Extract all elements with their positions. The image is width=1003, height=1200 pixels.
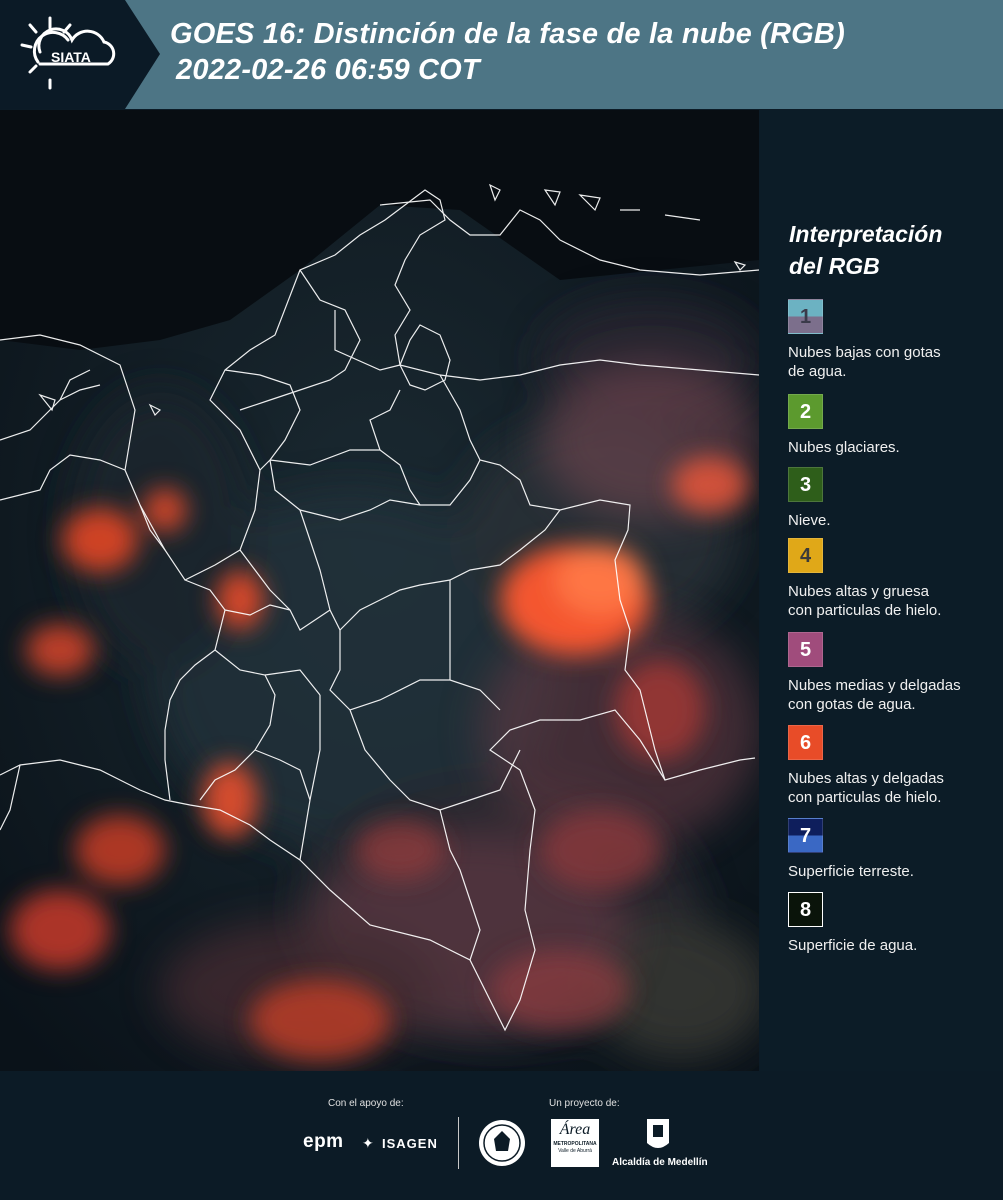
area-metropolitana-line-2: Valle de Aburrá: [558, 1148, 592, 1154]
legend-swatch-7: 7: [788, 818, 823, 853]
legend-swatch-2: 2: [788, 394, 823, 429]
legend-label-4: Nubes altas y gruesa con particulas de h…: [788, 582, 1003, 620]
legend-item-4: 4 Nubes altas y gruesa con particulas de…: [788, 538, 1003, 620]
area-metropolitana-logo: Área METROPOLITANA Valle de Aburrá: [551, 1119, 599, 1167]
title-line-2: 2022-02-26 06:59 COT: [176, 54, 480, 86]
legend-label-5-line-1: Nubes medias y delgadas: [788, 677, 961, 694]
legend-title: Interpretación del RGB: [789, 218, 942, 282]
isagen-logo: ISAGEN: [382, 1136, 438, 1151]
legend-number-6: 6: [799, 732, 812, 754]
university-seal-icon: [479, 1120, 525, 1166]
legend-item-5: 5 Nubes medias y delgadas con gotas de a…: [788, 632, 1003, 714]
epm-logo: epm: [303, 1131, 344, 1152]
alcaldia-medellin-label: Alcaldía de Medellín: [612, 1157, 708, 1168]
legend-label-4-line-2: con particulas de hielo.: [788, 602, 942, 619]
legend-swatch-5: 5: [788, 632, 823, 667]
legend-title-line-2: del RGB: [789, 253, 880, 279]
legend-item-1: 1 Nubes bajas con gotas de agua.: [788, 299, 1003, 381]
support-label: Con el apoyo de:: [328, 1098, 404, 1109]
legend-swatch-1: 1: [788, 299, 823, 334]
legend-label-5-line-2: con gotas de agua.: [788, 696, 916, 713]
footer-divider: [458, 1117, 459, 1169]
legend-label-3: Nieve.: [788, 512, 831, 529]
legend-title-line-1: Interpretación: [789, 221, 943, 247]
siata-logo: SIATA: [0, 0, 160, 109]
legend-number-1: 1: [799, 306, 812, 328]
legend-label-5: Nubes medias y delgadas con gotas de agu…: [788, 676, 1003, 714]
legend-label-7: Superficie terreste.: [788, 863, 914, 880]
medellin-shield-icon: [647, 1119, 669, 1148]
legend-label-6-line-1: Nubes altas y delgadas: [788, 770, 944, 787]
rgb-legend: Interpretación del RGB 1 Nubes bajas con…: [760, 110, 1003, 1071]
legend-swatch-8: 8: [788, 892, 823, 927]
legend-item-7: 7 Superficie terreste.: [788, 818, 1003, 881]
legend-number-7: 7: [799, 825, 812, 847]
legend-label-1-line-1: Nubes bajas con gotas: [788, 344, 941, 361]
legend-swatch-3: 3: [788, 467, 823, 502]
area-metropolitana-script: Área: [559, 1121, 591, 1138]
title-line-1: GOES 16: Distinción de la fase de la nub…: [170, 18, 845, 50]
satellite-map: [0, 110, 759, 1071]
page-title: GOES 16: Distinción de la fase de la nub…: [170, 16, 845, 88]
legend-label-6: Nubes altas y delgadas con particulas de…: [788, 769, 1003, 807]
isagen-mark-icon: ✦: [362, 1135, 374, 1151]
area-metropolitana-line-1: METROPOLITANA: [553, 1141, 597, 1147]
legend-label-2: Nubes glaciares.: [788, 439, 900, 456]
legend-label-8: Superficie de agua.: [788, 937, 918, 954]
legend-item-2: 2 Nubes glaciares.: [788, 394, 1003, 457]
legend-swatch-6: 6: [788, 725, 823, 760]
legend-number-3: 3: [799, 474, 812, 496]
legend-item-6: 6 Nubes altas y delgadas con particulas …: [788, 725, 1003, 807]
legend-number-8: 8: [799, 899, 812, 921]
legend-item-8: 8 Superficie de agua.: [788, 892, 1003, 955]
project-label: Un proyecto de:: [549, 1098, 620, 1109]
legend-label-1: Nubes bajas con gotas de agua.: [788, 343, 1003, 381]
legend-number-4: 4: [799, 545, 812, 567]
legend-number-2: 2: [799, 401, 812, 423]
legend-label-1-line-2: de agua.: [788, 363, 847, 380]
legend-item-3: 3 Nieve.: [788, 467, 1003, 530]
legend-label-4-line-1: Nubes altas y gruesa: [788, 583, 929, 600]
legend-label-6-line-2: con particulas de hielo.: [788, 789, 942, 806]
legend-number-5: 5: [799, 639, 812, 661]
header-bar: SIATA GOES 16: Distinción de la fase de …: [0, 0, 1003, 109]
siata-logo-text: SIATA: [51, 49, 91, 65]
legend-swatch-4: 4: [788, 538, 823, 573]
footer-sponsors: Con el apoyo de: Un proyecto de: epm ✦ I…: [0, 1071, 1003, 1200]
